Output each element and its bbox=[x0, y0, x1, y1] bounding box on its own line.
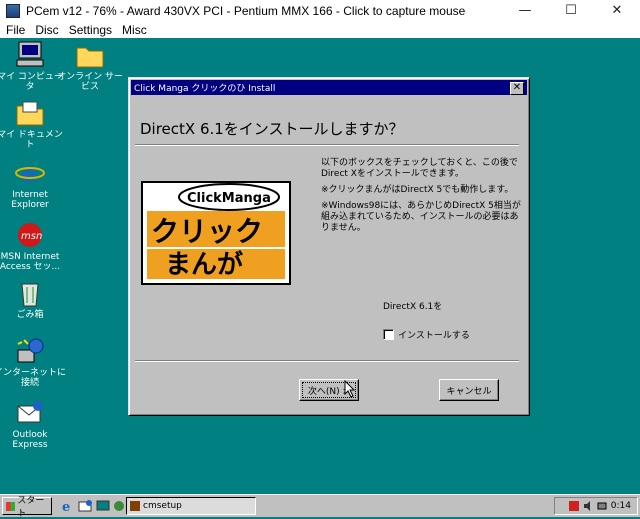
install-checkbox-label: インストールする bbox=[398, 331, 470, 341]
bottom-separator bbox=[135, 360, 519, 362]
desktop-icon-online-services[interactable]: オンライン サービス bbox=[54, 40, 126, 92]
description-para-2: ※クリックまんがはDirectX 5でも動作します。 bbox=[321, 185, 514, 195]
connect-wizard-icon bbox=[14, 336, 46, 366]
msn-icon: msn bbox=[14, 220, 46, 250]
system-tray: 0:14 bbox=[554, 497, 638, 515]
start-button[interactable]: スタート bbox=[2, 496, 52, 519]
task-button-cmsetup[interactable]: cmsetup bbox=[126, 497, 256, 515]
dialog-close-button[interactable]: ✕ bbox=[510, 82, 524, 95]
description-text: 以下のボックスをチェックしておくと、この後で Direct Xをインストールでき… bbox=[321, 158, 521, 239]
menu-settings[interactable]: Settings bbox=[69, 23, 112, 37]
minimize-button[interactable]: — bbox=[502, 0, 548, 21]
quicklaunch-ie-icon[interactable]: e bbox=[60, 499, 74, 512]
documents-folder-icon bbox=[14, 98, 46, 128]
computer-icon bbox=[14, 40, 46, 70]
dialog-title-bar[interactable]: Click Manga クリックのひ Install ✕ bbox=[131, 80, 527, 95]
desktop-icon-my-documents[interactable]: マイ ドキュメント bbox=[0, 98, 66, 150]
desktop-icon-internet-explorer[interactable]: e Internet Explorer bbox=[0, 158, 66, 210]
recycle-bin-icon bbox=[14, 278, 46, 308]
svg-text:e: e bbox=[62, 500, 70, 512]
menu-misc[interactable]: Misc bbox=[122, 23, 147, 37]
install-checkbox[interactable] bbox=[383, 329, 394, 340]
maximize-button[interactable]: ☐ bbox=[548, 0, 594, 21]
desktop-icon-recycle-bin[interactable]: ごみ箱 bbox=[0, 278, 66, 320]
install-checkbox-row[interactable]: インストールする bbox=[383, 328, 470, 341]
cancel-button[interactable]: キャンセル bbox=[439, 379, 499, 401]
network-icon[interactable] bbox=[597, 501, 607, 511]
taskbar: スタート e cmsetup 0:14 bbox=[0, 494, 640, 519]
directx-label: DirectX 6.1を bbox=[383, 302, 443, 312]
quicklaunch-channel-icon[interactable] bbox=[112, 499, 126, 512]
close-button[interactable]: ✕ bbox=[594, 0, 640, 21]
folder-icon bbox=[74, 40, 106, 70]
mouse-cursor-icon bbox=[344, 380, 356, 398]
host-title-bar[interactable]: PCem v12 - 76% - Award 430VX PCI - Penti… bbox=[0, 0, 640, 21]
host-window-title: PCem v12 - 76% - Award 430VX PCI - Penti… bbox=[26, 3, 466, 18]
ime-icon[interactable] bbox=[568, 501, 579, 511]
svg-text:msn: msn bbox=[21, 231, 42, 242]
desktop-icon-outlook-express[interactable]: Outlook Express bbox=[0, 398, 66, 450]
windows-flag-icon bbox=[6, 501, 16, 511]
desktop-icon-msn[interactable]: msn MSN Internet Access セッ... bbox=[0, 220, 66, 272]
quicklaunch-outlook-icon[interactable] bbox=[78, 499, 92, 512]
dialog-title: Click Manga クリックのひ Install bbox=[134, 84, 276, 94]
install-dialog: Click Manga クリックのひ Install ✕ DirectX 6.1… bbox=[128, 77, 530, 416]
clickmanga-logo: クリック まんが ClickManga bbox=[141, 181, 291, 285]
logo-line1: クリック bbox=[151, 215, 263, 248]
volume-icon[interactable] bbox=[583, 501, 593, 511]
cmsetup-icon bbox=[130, 501, 140, 511]
logo-bubble: ClickManga bbox=[187, 191, 271, 206]
dialog-heading: DirectX 6.1をインストールしますか？ bbox=[140, 120, 404, 138]
menu-disc[interactable]: Disc bbox=[35, 23, 58, 37]
pcem-app-icon bbox=[6, 3, 20, 18]
desktop-icon-connect-internet[interactable]: インターネットに 接続 bbox=[0, 336, 66, 388]
clock: 0:14 bbox=[610, 501, 631, 511]
top-separator bbox=[135, 144, 519, 146]
outlook-express-icon bbox=[14, 398, 46, 428]
quicklaunch-desktop-icon[interactable] bbox=[96, 499, 110, 512]
internet-explorer-icon: e bbox=[14, 158, 46, 188]
host-menu-bar: File Disc Settings Misc bbox=[0, 21, 640, 39]
svg-text:e: e bbox=[22, 159, 37, 188]
description-para-3: ※Windows98には、あらかじめDirectX 5相当が組み込まれているため… bbox=[321, 201, 521, 233]
description-para-1: 以下のボックスをチェックしておくと、この後で Direct Xをインストールでき… bbox=[321, 158, 518, 179]
desktop: マイ コンピュータ オンライン サービス マイ ドキュメント e Interne… bbox=[0, 38, 640, 494]
menu-file[interactable]: File bbox=[6, 23, 25, 37]
logo-line2: まんが bbox=[165, 249, 243, 280]
